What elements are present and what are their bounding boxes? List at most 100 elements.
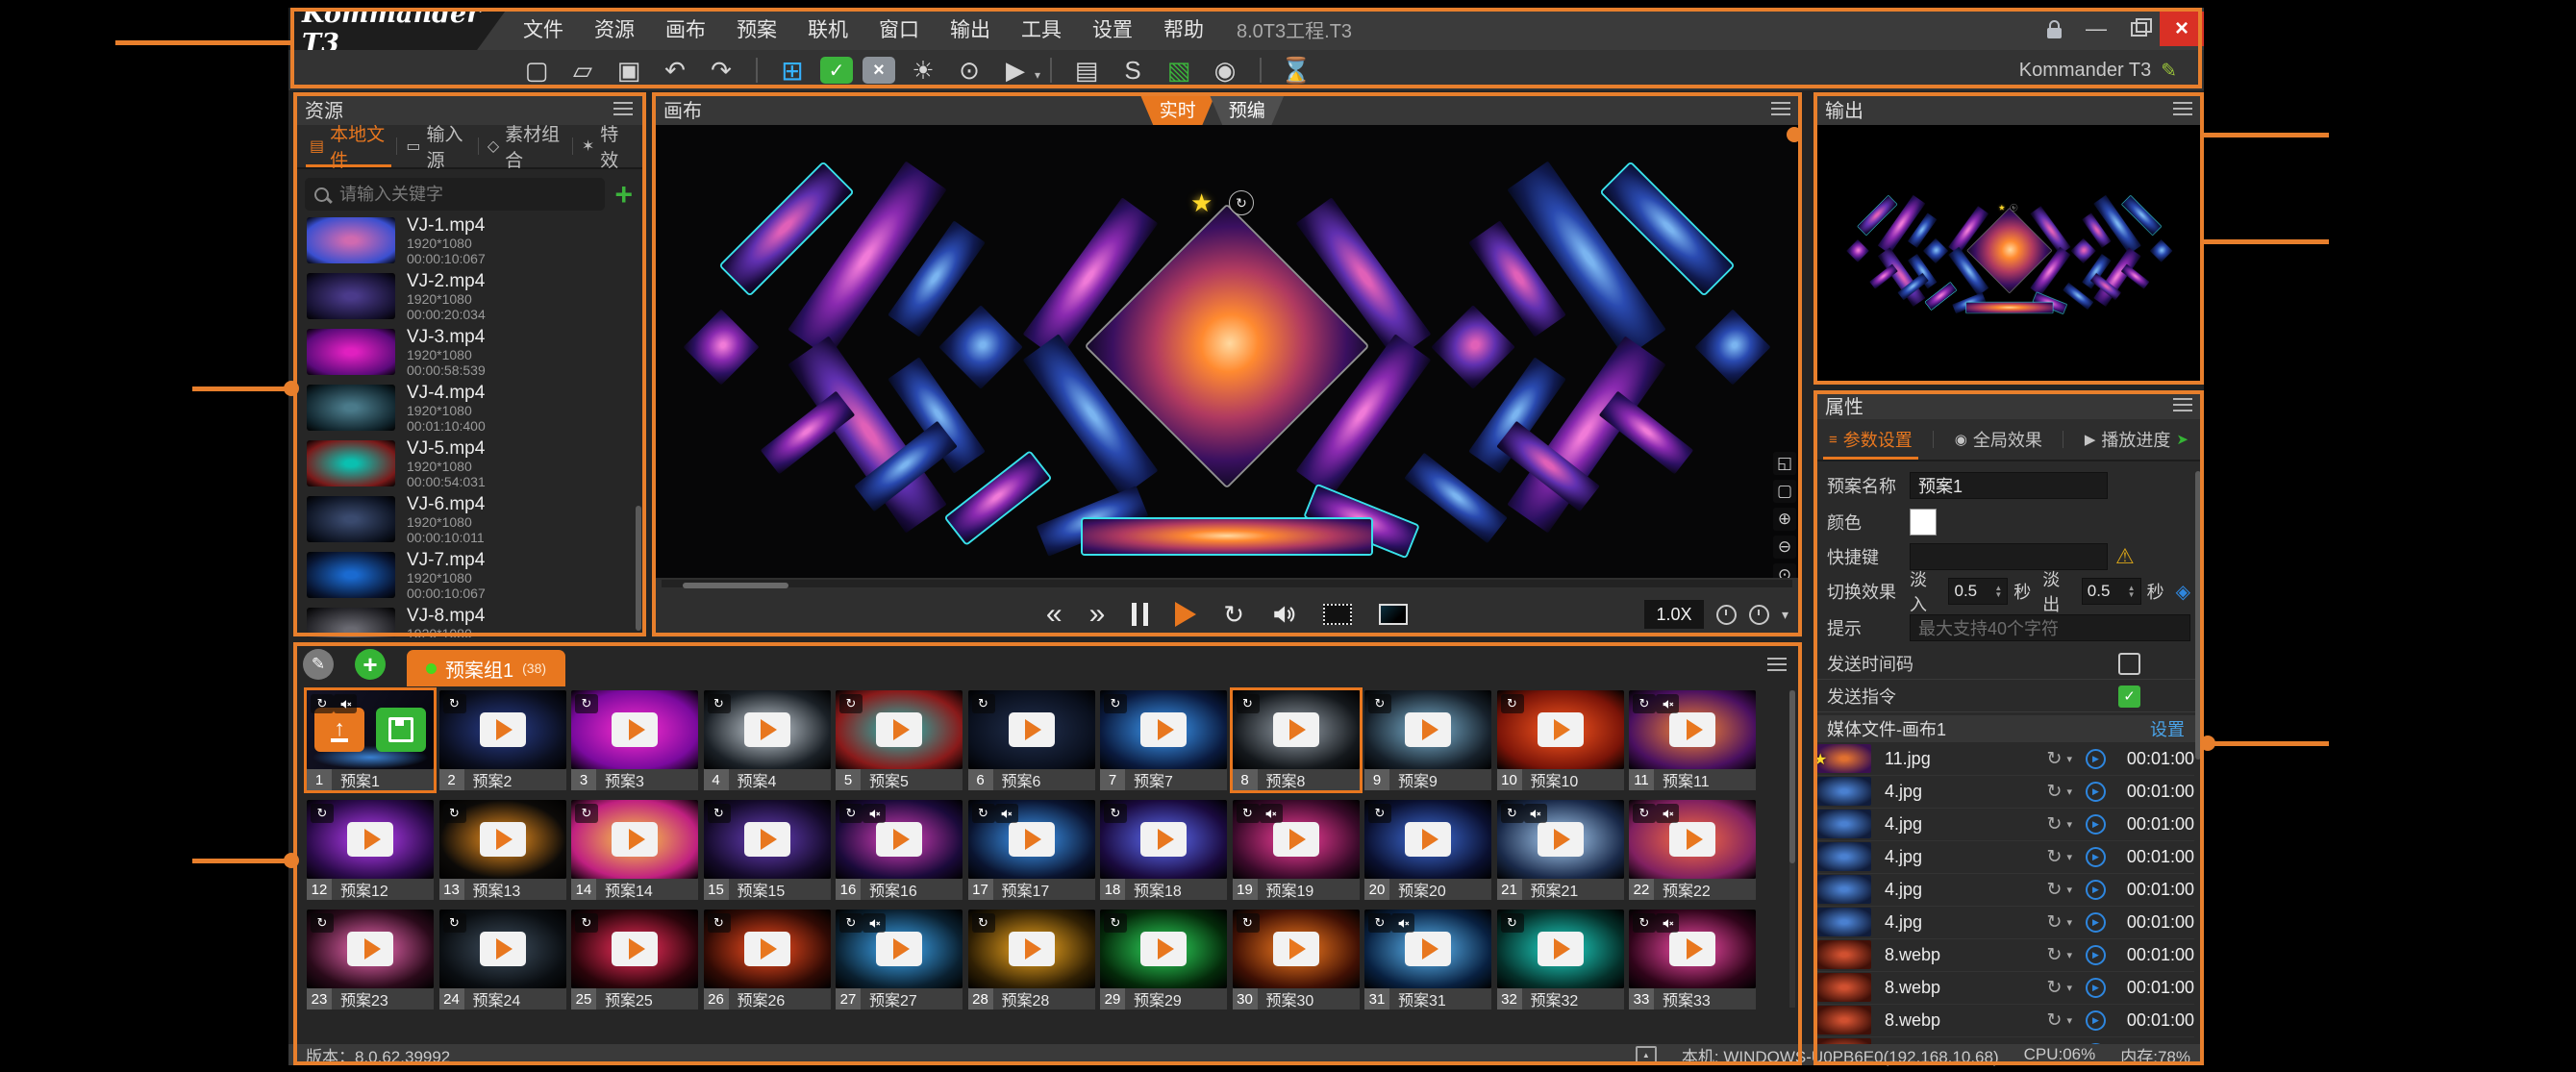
preset-tile-3[interactable]: ↻3预案3	[571, 690, 698, 790]
resource-tab-3[interactable]: ◇素材组合	[479, 125, 572, 167]
led-screen[interactable]	[2070, 238, 2095, 263]
media-clock-icon[interactable]: ▶	[2086, 945, 2106, 965]
media-loop-caret-icon[interactable]: ▾	[2066, 916, 2072, 929]
preset-tile-31[interactable]: ↻31预案31	[1364, 910, 1491, 1010]
media-clock-icon[interactable]: ▶	[2086, 782, 2106, 802]
restore-button[interactable]	[2117, 8, 2160, 50]
search-input[interactable]	[338, 184, 595, 206]
led-screen[interactable]	[1083, 519, 1371, 554]
preset-play-button[interactable]	[612, 932, 658, 966]
preset-tile-20[interactable]: ↻20预案20	[1364, 800, 1491, 900]
open-output-icon[interactable]: ✓	[820, 57, 853, 84]
file-item[interactable]: VJ-7.mp41920*108000:00:10:067	[293, 550, 644, 606]
preset-play-button[interactable]	[1538, 932, 1584, 966]
canvas-menu-icon[interactable]	[1771, 102, 1790, 115]
preset-play-button[interactable]	[1140, 932, 1187, 966]
fade-in-stepper[interactable]: 0.5▲▼	[1948, 578, 2008, 605]
media-loop-caret-icon[interactable]: ▾	[2066, 851, 2072, 863]
preset-play-button[interactable]	[1140, 822, 1187, 857]
resource-tab-4[interactable]: ✶特效	[573, 125, 637, 167]
file-item[interactable]: VJ-6.mp41920*108000:00:10:011	[293, 494, 644, 550]
preset-play-button[interactable]	[1405, 822, 1451, 857]
media-row[interactable]: 4.jpg↻▾▶00:01:00	[1817, 775, 2194, 809]
file-item[interactable]: VJ-3.mp41920*108000:00:58:539	[293, 327, 644, 383]
tab-realtime[interactable]: 实时	[1139, 92, 1216, 125]
preset-tile-4[interactable]: ↻4预案4	[704, 690, 831, 790]
pause-button[interactable]	[1132, 603, 1148, 626]
zoom-in-icon[interactable]: ⊕	[1773, 508, 1796, 531]
properties-tab-1[interactable]: ≡参数设置	[1823, 419, 1918, 460]
preset-play-button[interactable]	[1273, 712, 1319, 747]
resource-tab-2[interactable]: ▭输入源	[397, 125, 477, 167]
properties-tab-2[interactable]: ◉全局效果	[1949, 419, 2048, 460]
preset-scrollbar[interactable]	[1789, 690, 1795, 863]
media-loop-caret-icon[interactable]: ▾	[2066, 753, 2072, 765]
preset-tile-6[interactable]: ↻6预案6	[968, 690, 1095, 790]
preset-tile-13[interactable]: ↻13预案13	[439, 800, 566, 900]
preset-tile-26[interactable]: ↻26预案26	[704, 910, 831, 1010]
resource-tab-1[interactable]: ▤本地文件	[301, 125, 396, 167]
minimize-button[interactable]: —	[2075, 8, 2117, 50]
play-speed[interactable]: 1.0X	[1644, 600, 1704, 629]
media-clock-icon[interactable]: ▶	[2086, 847, 2106, 867]
led-screen[interactable]	[1431, 305, 1515, 389]
led-screen[interactable]	[683, 309, 759, 385]
preset-tile-14[interactable]: ↻14预案14	[571, 800, 698, 900]
canvas-hscroll-thumb[interactable]	[683, 583, 788, 588]
preset-tile-16[interactable]: ↻16预案16	[836, 800, 963, 900]
preset-tile-8[interactable]: ↻8预案8	[1233, 690, 1360, 790]
output-menu-icon[interactable]	[2173, 102, 2192, 115]
preset-play-button[interactable]	[612, 822, 658, 857]
preset-play-button[interactable]	[1538, 822, 1584, 857]
menu-item-8[interactable]: 工具	[1006, 14, 1077, 43]
led-screen[interactable]	[938, 305, 1023, 389]
preset-tile-25[interactable]: ↻25预案25	[571, 910, 698, 1010]
zoom-out-icon[interactable]: ⊖	[1773, 536, 1796, 559]
resource-scrollbar[interactable]	[636, 506, 641, 631]
menu-item-4[interactable]: 预案	[721, 14, 792, 43]
file-item[interactable]: VJ-1.mp41920*108000:00:10:067	[293, 215, 644, 271]
preset-play-button[interactable]	[480, 932, 526, 966]
media-loop-icon[interactable]: ↻	[2047, 846, 2063, 868]
output-settings-icon[interactable]: ⊙	[951, 55, 988, 86]
preset-play-button[interactable]	[744, 712, 790, 747]
media-loop-icon[interactable]: ↻	[2047, 813, 2063, 835]
media-row[interactable]: 4.jpg↻▾▶00:01:00	[1817, 808, 2194, 841]
preset-play-button[interactable]	[1009, 712, 1055, 747]
close-button[interactable]: ×	[2160, 12, 2204, 46]
zoom-reset-icon[interactable]: ⊙	[1773, 563, 1796, 578]
media-clock-icon[interactable]: ▶	[2086, 912, 2106, 933]
preset-tile-9[interactable]: ↻9预案9	[1364, 690, 1491, 790]
speed-caret-icon[interactable]: ▾	[1782, 607, 1788, 623]
media-loop-icon[interactable]: ↻	[2047, 879, 2063, 901]
menu-item-1[interactable]: 文件	[508, 14, 579, 43]
fit-screen-icon[interactable]: ◱	[1773, 452, 1796, 475]
image-quality-icon[interactable]: ▧	[1161, 55, 1197, 86]
resource-menu-icon[interactable]	[613, 102, 633, 115]
preset-play-button[interactable]	[1405, 712, 1451, 747]
preset-play-button[interactable]	[876, 822, 922, 857]
preset-tile-24[interactable]: ↻24预案24	[439, 910, 566, 1010]
preset-play-button[interactable]	[1009, 932, 1055, 966]
menu-item-3[interactable]: 画布	[650, 14, 721, 43]
rewind-button[interactable]: «	[1046, 600, 1063, 629]
media-loop-icon[interactable]: ↻	[2047, 944, 2063, 966]
media-loop-caret-icon[interactable]: ▾	[2066, 785, 2072, 798]
media-loop-icon[interactable]: ↻	[2047, 748, 2063, 770]
media-clock-icon[interactable]: ▶	[2086, 814, 2106, 835]
preset-tile-27[interactable]: ↻27预案27	[836, 910, 963, 1010]
preset-tile-19[interactable]: ↻19预案19	[1233, 800, 1360, 900]
media-row[interactable]: 8.webp↻▾▶00:01:00	[1817, 938, 2194, 972]
media-loop-icon[interactable]: ↻	[2047, 977, 2063, 999]
screen-preview-button[interactable]	[1379, 604, 1408, 625]
preset-play-button[interactable]	[1538, 712, 1584, 747]
new-project-icon[interactable]: ▢	[518, 55, 555, 86]
layer-management-icon[interactable]: ▤	[1068, 55, 1105, 86]
preset-tile-18[interactable]: ↻18预案18	[1100, 800, 1227, 900]
fast-forward-button[interactable]: »	[1089, 600, 1106, 629]
media-loop-icon[interactable]: ↻	[2047, 781, 2063, 803]
send-command-checkbox[interactable]: ✓	[2118, 686, 2140, 708]
replay-button[interactable]: ↻	[1223, 600, 1244, 629]
media-row[interactable]: 4.jpg↻▾▶00:01:00	[1817, 873, 2194, 907]
media-loop-icon[interactable]: ↻	[2047, 1010, 2063, 1032]
